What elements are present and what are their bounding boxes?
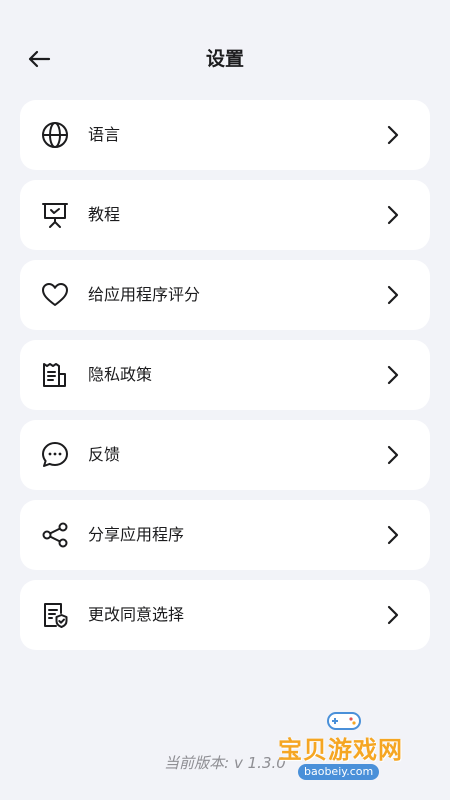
settings-item-label: 隐私政策 [88,365,153,384]
chevron-right-icon [387,605,399,625]
chat-bubble-icon [40,440,70,470]
settings-item-feedback[interactable]: 反馈 [20,420,430,490]
settings-item-label: 更改同意选择 [88,605,185,624]
settings-list: 语言 教程 给应用程序评分 隐私政策 反馈 分享应用程序 更改同意选择 [20,100,430,660]
chevron-right-icon [387,285,399,305]
receipt-document-icon [40,360,70,390]
watermark-title: 宝贝游戏网 [278,736,403,764]
settings-item-label: 分享应用程序 [88,525,185,544]
gamepad-icon [327,712,361,730]
settings-item-label: 给应用程序评分 [88,285,201,304]
settings-item-label: 语言 [88,125,121,144]
settings-item-share-app[interactable]: 分享应用程序 [20,500,430,570]
globe-icon [40,120,70,150]
chevron-right-icon [387,125,399,145]
chevron-right-icon [387,445,399,465]
share-icon [40,520,70,550]
watermark-url: baobeiy.com [298,764,380,780]
settings-item-label: 教程 [88,205,121,224]
chevron-right-icon [387,525,399,545]
chevron-right-icon [387,365,399,385]
document-shield-icon [40,600,70,630]
settings-item-rate-app[interactable]: 给应用程序评分 [20,260,430,330]
presentation-board-icon [40,200,70,230]
settings-item-language[interactable]: 语言 [20,100,430,170]
settings-item-privacy-policy[interactable]: 隐私政策 [20,340,430,410]
header: 设置 [0,30,450,86]
settings-item-change-consent[interactable]: 更改同意选择 [20,580,430,650]
watermark-logo: 宝贝游戏网 baobeiy.com [270,708,430,788]
page-title: 设置 [205,48,244,70]
chevron-right-icon [387,205,399,225]
settings-item-label: 反馈 [88,445,121,464]
settings-item-tutorial[interactable]: 教程 [20,180,430,250]
heart-icon [40,280,70,310]
